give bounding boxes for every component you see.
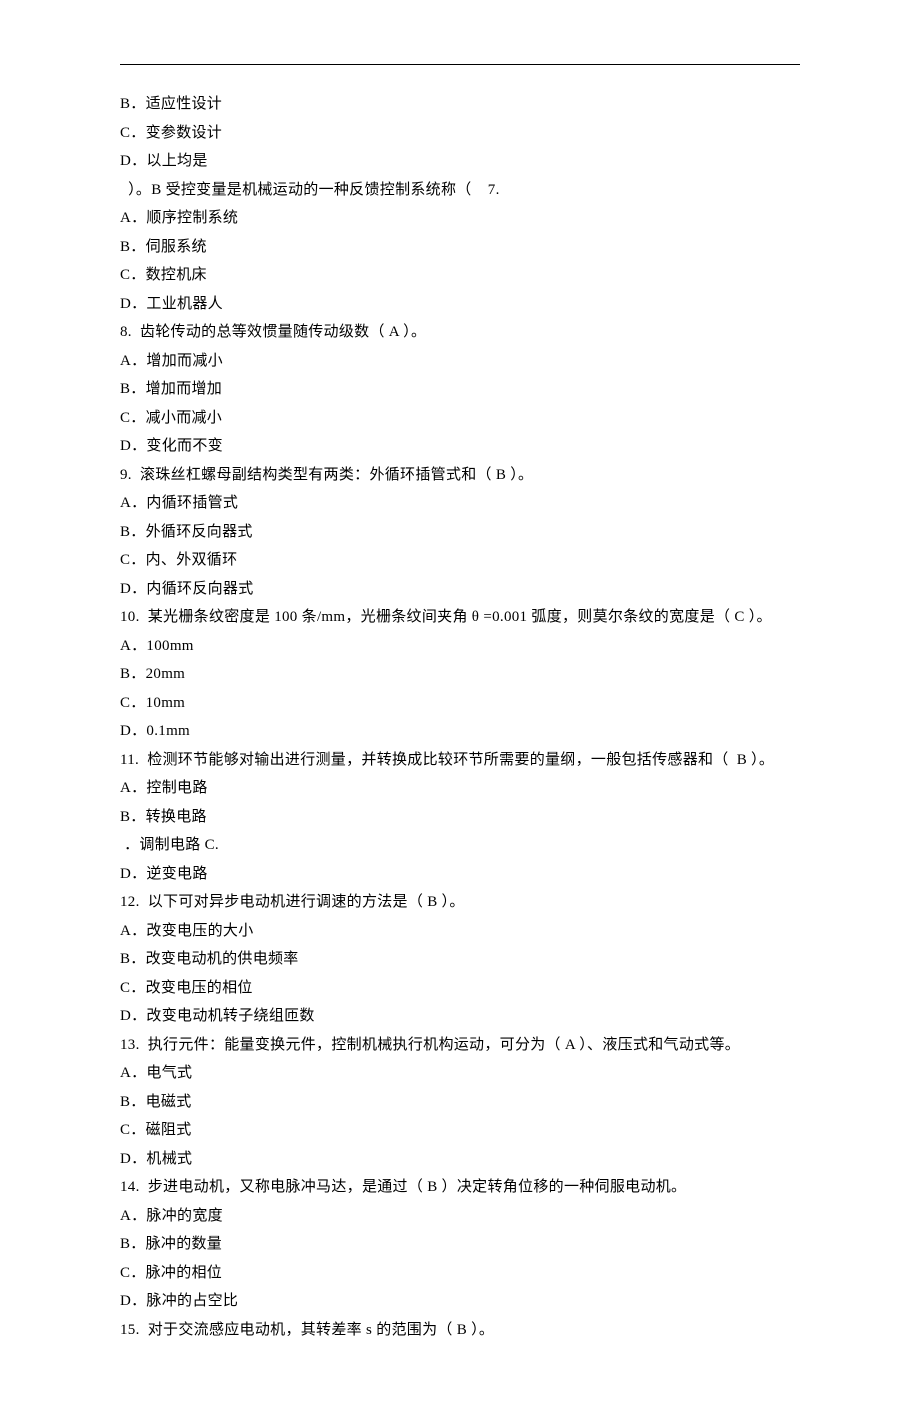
text-line: A．电气式 — [120, 1059, 800, 1088]
text-line: A．内循环插管式 — [120, 489, 800, 518]
text-line: C．减小而减小 — [120, 404, 800, 433]
text-line: A．顺序控制系统 — [120, 204, 800, 233]
text-line: B．适应性设计 — [120, 90, 800, 119]
text-line: C．10mm — [120, 689, 800, 718]
text-line: D．内循环反向器式 — [120, 575, 800, 604]
top-rule — [120, 64, 800, 65]
text-line: B．20mm — [120, 660, 800, 689]
text-line: C．内、外双循环 — [120, 546, 800, 575]
text-line: C．变参数设计 — [120, 119, 800, 148]
text-line: B．增加而增加 — [120, 375, 800, 404]
text-line: B．改变电动机的供电频率 — [120, 945, 800, 974]
text-line: B．伺服系统 — [120, 233, 800, 262]
text-line: 10. 某光栅条纹密度是 100 条/mm，光栅条纹间夹角 θ =0.001 弧… — [120, 603, 800, 632]
document-body: B．适应性设计C．变参数设计D．以上均是 ）。B 受控变量是机械运动的一种反馈控… — [120, 90, 800, 1344]
text-line: C．数控机床 — [120, 261, 800, 290]
text-line: C．脉冲的相位 — [120, 1259, 800, 1288]
text-line: A．控制电路 — [120, 774, 800, 803]
text-line: D．脉冲的占空比 — [120, 1287, 800, 1316]
text-line: B．电磁式 — [120, 1088, 800, 1117]
document-page: B．适应性设计C．变参数设计D．以上均是 ）。B 受控变量是机械运动的一种反馈控… — [0, 0, 920, 1424]
text-line: ）。B 受控变量是机械运动的一种反馈控制系统称（ 7. — [120, 176, 800, 205]
text-line: 8. 齿轮传动的总等效惯量随传动级数（ A ）。 — [120, 318, 800, 347]
text-line: D．工业机器人 — [120, 290, 800, 319]
text-line: D．变化而不变 — [120, 432, 800, 461]
text-line: A．脉冲的宽度 — [120, 1202, 800, 1231]
text-line: D．改变电动机转子绕组匝数 — [120, 1002, 800, 1031]
text-line: B．外循环反向器式 — [120, 518, 800, 547]
text-line: A．100mm — [120, 632, 800, 661]
text-line: 9. 滚珠丝杠螺母副结构类型有两类：外循环插管式和（ B ）。 — [120, 461, 800, 490]
text-line: A．改变电压的大小 — [120, 917, 800, 946]
text-line: D．以上均是 — [120, 147, 800, 176]
text-line: 15. 对于交流感应电动机，其转差率 s 的范围为（ B ）。 — [120, 1316, 800, 1345]
text-line: D．机械式 — [120, 1145, 800, 1174]
text-line: C．磁阻式 — [120, 1116, 800, 1145]
text-line: 11. 检测环节能够对输出进行测量，并转换成比较环节所需要的量纲，一般包括传感器… — [120, 746, 800, 775]
text-line: D．逆变电路 — [120, 860, 800, 889]
text-line: A．增加而减小 — [120, 347, 800, 376]
text-line: 14. 步进电动机，又称电脉冲马达，是通过（ B ）决定转角位移的一种伺服电动机… — [120, 1173, 800, 1202]
text-line: 13. 执行元件：能量变换元件，控制机械执行机构运动，可分为（ A ）、液压式和… — [120, 1031, 800, 1060]
text-line: ．调制电路 C. — [120, 831, 800, 860]
text-line: C．改变电压的相位 — [120, 974, 800, 1003]
text-line: B．转换电路 — [120, 803, 800, 832]
text-line: B．脉冲的数量 — [120, 1230, 800, 1259]
text-line: 12. 以下可对异步电动机进行调速的方法是（ B ）。 — [120, 888, 800, 917]
text-line: D．0.1mm — [120, 717, 800, 746]
